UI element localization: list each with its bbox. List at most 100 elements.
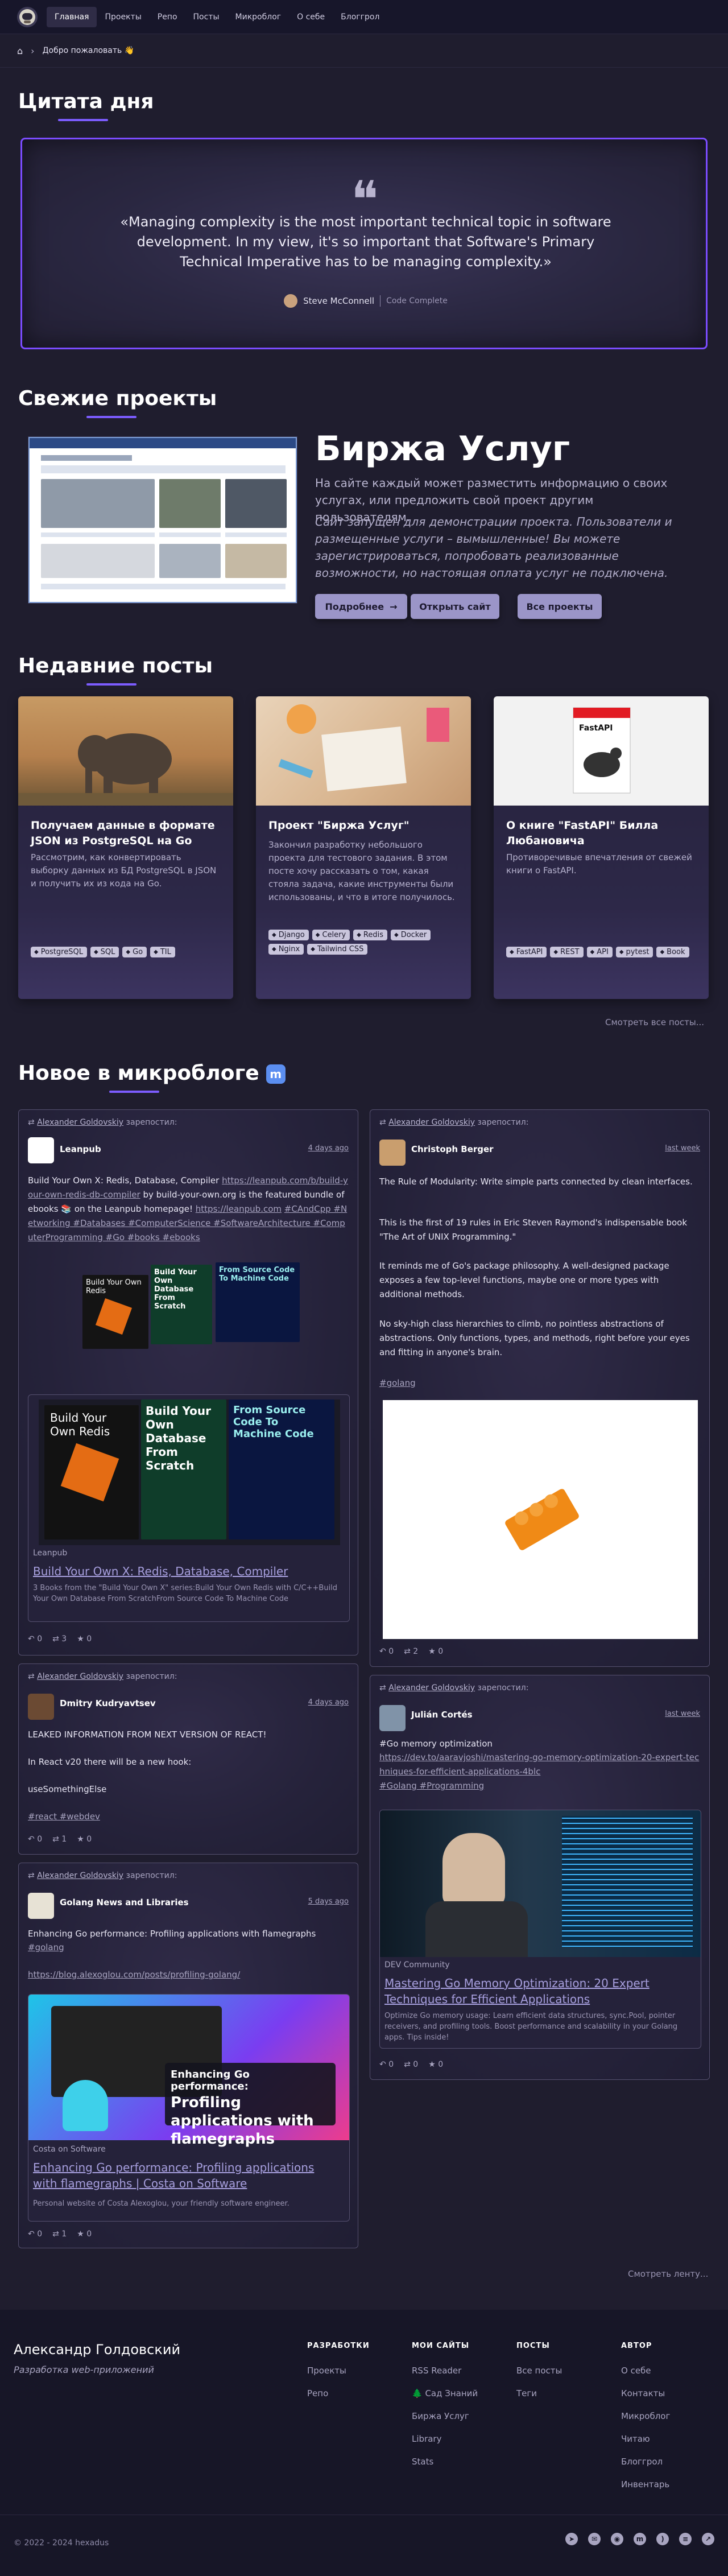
post-card[interactable]: Получаем данные в формате JSON из Postgr… bbox=[18, 696, 233, 999]
open-site-button[interactable]: Открыть сайт bbox=[411, 594, 499, 619]
footer-link[interactable]: 🌲 Сад Знаний bbox=[412, 2388, 478, 2399]
post-time[interactable]: 4 days ago bbox=[308, 1698, 349, 1707]
hashtags[interactable]: #golang bbox=[28, 1941, 64, 1955]
tag[interactable]: ◆ pytest bbox=[615, 947, 653, 957]
post-title[interactable]: Получаем данные в формате JSON из Postgr… bbox=[31, 818, 221, 849]
hashtags[interactable]: #Golang #Programming bbox=[379, 1779, 484, 1793]
footer-link[interactable]: Library bbox=[412, 2434, 441, 2444]
tag[interactable]: ◆ Nginx bbox=[268, 944, 304, 955]
star-icon[interactable]: ★ 0 bbox=[428, 1647, 443, 1656]
reply-icon[interactable]: ↶ 0 bbox=[379, 1647, 394, 1656]
nav-item-projects[interactable]: Проекты bbox=[97, 7, 149, 27]
tag[interactable]: ◆ PostgreSQL bbox=[31, 947, 87, 957]
avatar[interactable] bbox=[379, 1140, 406, 1166]
nav-item-posts[interactable]: Посты bbox=[185, 7, 228, 27]
footer-link[interactable]: Читаю bbox=[621, 2434, 650, 2444]
hashtags[interactable]: #react #webdev bbox=[28, 1810, 100, 1824]
avatar[interactable] bbox=[28, 1694, 54, 1720]
nav-item-microblog[interactable]: Микроблог bbox=[228, 7, 289, 27]
post-link[interactable]: https://leanpub.com bbox=[196, 1204, 282, 1214]
reply-icon[interactable]: ↶ 0 bbox=[28, 2230, 42, 2239]
email-icon[interactable]: ✉ bbox=[588, 2533, 601, 2545]
tag[interactable]: ◆ SQL bbox=[90, 947, 119, 957]
footer-link[interactable]: Все посты bbox=[516, 2366, 562, 2376]
footer-link[interactable]: Блоггрол bbox=[621, 2457, 663, 2467]
more-button[interactable]: Подробнее → bbox=[315, 594, 407, 619]
home-icon[interactable]: ⌂ bbox=[17, 46, 23, 56]
stack-icon[interactable]: ≡ bbox=[679, 2533, 692, 2545]
link-title[interactable]: Build Your Own X: Redis, Database, Compi… bbox=[33, 1563, 340, 1579]
repost-user-link[interactable]: Alexander Goldovskiy bbox=[388, 1118, 475, 1127]
repost-user-link[interactable]: Alexander Goldovskiy bbox=[37, 1871, 123, 1880]
link-preview-card[interactable]: Build Your Own Redis Build Your Own Data… bbox=[28, 1394, 350, 1622]
project-screenshot[interactable] bbox=[28, 437, 297, 603]
star-icon[interactable]: ★ 0 bbox=[428, 2060, 443, 2069]
nav-item-repo[interactable]: Репо bbox=[150, 7, 185, 27]
tag[interactable]: ◆ Docker bbox=[390, 930, 431, 940]
link-preview-card[interactable]: Enhancing Go performance: Profiling appl… bbox=[28, 1994, 350, 2222]
boost-icon[interactable]: ⇄ 1 bbox=[52, 2230, 67, 2239]
author-name[interactable]: Julián Cortés bbox=[411, 1710, 473, 1720]
tag[interactable]: ◆ TIL bbox=[150, 947, 175, 957]
tag[interactable]: ◆ Go bbox=[122, 947, 147, 957]
footer-link[interactable]: Теги bbox=[516, 2388, 537, 2399]
footer-link[interactable]: Биржа Услуг bbox=[412, 2411, 469, 2421]
link-title[interactable]: Mastering Go Memory Optimization: 20 Exp… bbox=[384, 1975, 692, 2007]
avatar[interactable] bbox=[28, 1137, 54, 1163]
star-icon[interactable]: ★ 0 bbox=[77, 1634, 92, 1644]
footer-link[interactable]: О себе bbox=[621, 2366, 651, 2376]
tag[interactable]: ◆ Celery bbox=[312, 930, 350, 940]
footer-link[interactable]: RSS Reader bbox=[412, 2366, 461, 2376]
lego-brick-image[interactable] bbox=[383, 1400, 698, 1639]
footer-link[interactable]: Репо bbox=[307, 2388, 328, 2399]
boost-icon[interactable]: ⇄ 1 bbox=[52, 1835, 67, 1844]
footer-link[interactable]: Stats bbox=[412, 2457, 433, 2467]
see-all-posts-link[interactable]: Смотреть все посты... bbox=[605, 1017, 704, 1027]
reply-icon[interactable]: ↶ 0 bbox=[28, 1634, 42, 1644]
nav-item-home[interactable]: Главная bbox=[47, 6, 97, 27]
footer-link[interactable]: Микроблог bbox=[621, 2411, 670, 2421]
boost-icon[interactable]: ⇄ 3 bbox=[52, 1634, 67, 1644]
post-time[interactable]: 4 days ago bbox=[308, 1144, 349, 1153]
link-title[interactable]: Enhancing Go performance: Profiling appl… bbox=[33, 2160, 340, 2191]
reply-icon[interactable]: ↶ 0 bbox=[379, 2060, 394, 2069]
tag[interactable]: ◆ FastAPI bbox=[506, 947, 547, 957]
star-icon[interactable]: ★ 0 bbox=[77, 1835, 92, 1844]
repost-user-link[interactable]: Alexander Goldovskiy bbox=[388, 1683, 475, 1692]
tag[interactable]: ◆ REST bbox=[550, 947, 584, 957]
nav-item-about[interactable]: О себе bbox=[289, 7, 333, 27]
send-icon[interactable]: ↗ bbox=[702, 2533, 714, 2545]
author-name[interactable]: Christoph Berger bbox=[411, 1144, 494, 1154]
post-card[interactable]: Проект "Биржа Услуг" Закончил разработку… bbox=[256, 696, 471, 999]
post-card[interactable]: FastAPI О книге "FastAPI" Билла Любанови… bbox=[494, 696, 709, 999]
site-logo[interactable] bbox=[17, 6, 38, 27]
boost-icon[interactable]: ⇄ 2 bbox=[404, 1647, 418, 1656]
post-title[interactable]: Проект "Биржа Услуг" bbox=[268, 818, 458, 833]
author-name[interactable]: Golang News and Libraries bbox=[60, 1897, 189, 1908]
all-projects-button[interactable]: Все проекты bbox=[518, 594, 602, 619]
repost-user-link[interactable]: Alexander Goldovskiy bbox=[37, 1118, 123, 1127]
avatar[interactable] bbox=[379, 1705, 406, 1731]
footer-link[interactable]: Инвентарь bbox=[621, 2479, 669, 2490]
post-time[interactable]: 5 days ago bbox=[308, 1897, 349, 1906]
tag[interactable]: ◆ Tailwind CSS bbox=[307, 944, 368, 955]
nav-item-blogroll[interactable]: Блоггрол bbox=[333, 7, 387, 27]
reply-icon[interactable]: ↶ 0 bbox=[28, 1835, 42, 1844]
star-icon[interactable]: ★ 0 bbox=[77, 2230, 92, 2239]
tag[interactable]: ◆ Django bbox=[268, 930, 309, 940]
tag[interactable]: ◆ Redis bbox=[353, 930, 387, 940]
author-name[interactable]: Dmitry Kudryavtsev bbox=[60, 1698, 156, 1708]
tag[interactable]: ◆ API bbox=[586, 947, 613, 957]
post-time[interactable]: last week bbox=[665, 1710, 700, 1718]
footer-link[interactable]: Проекты bbox=[307, 2366, 346, 2376]
footer-link[interactable]: Контакты bbox=[621, 2388, 665, 2399]
link-preview-card[interactable]: DEV Community Mastering Go Memory Optimi… bbox=[379, 1810, 701, 2049]
see-feed-link[interactable]: Смотреть ленту... bbox=[628, 2269, 708, 2279]
post-link[interactable]: https://dev.to/aaravjoshi/mastering-go-m… bbox=[379, 1751, 701, 1779]
github-icon[interactable]: ◉ bbox=[611, 2533, 623, 2545]
avatar[interactable] bbox=[28, 1893, 54, 1919]
telegram-icon[interactable]: ➤ bbox=[565, 2533, 578, 2545]
tag[interactable]: ◆ Book bbox=[656, 947, 689, 957]
post-link[interactable]: https://blog.alexoglou.com/posts/profili… bbox=[28, 1968, 240, 1982]
boost-icon[interactable]: ⇄ 0 bbox=[404, 2060, 418, 2069]
